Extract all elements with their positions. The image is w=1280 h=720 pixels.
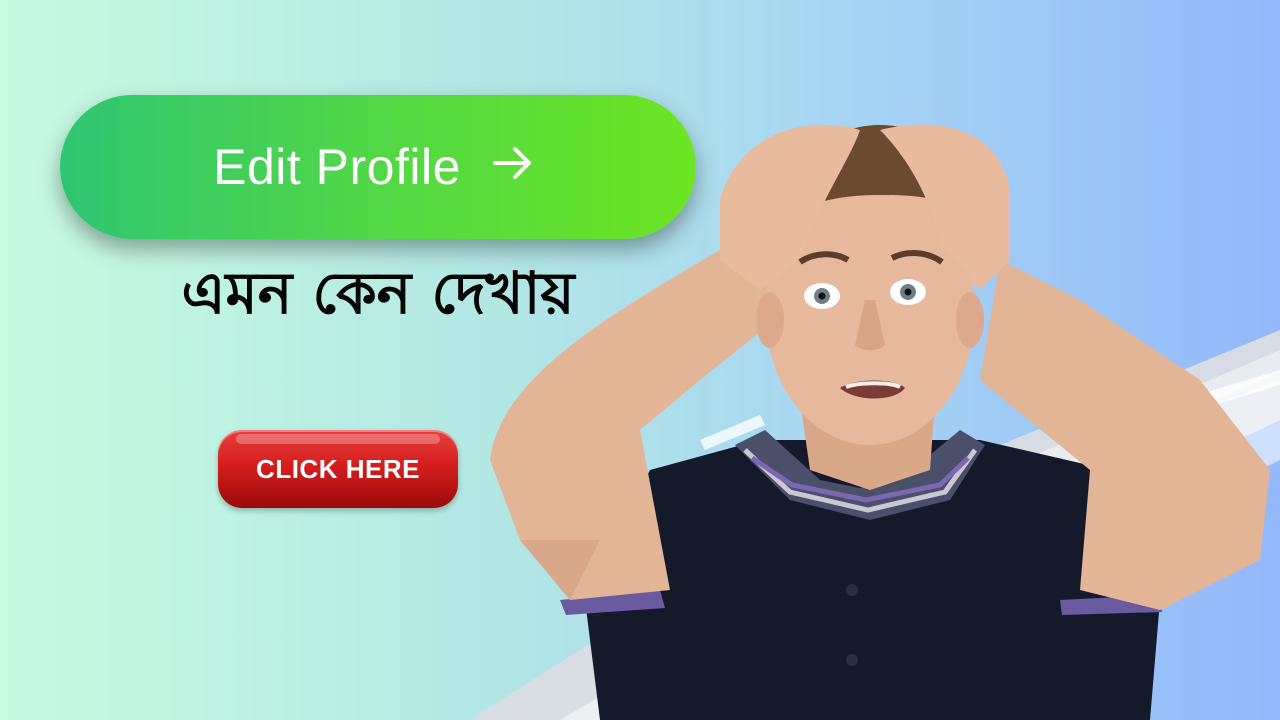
- edit-profile-button[interactable]: Edit Profile: [60, 95, 696, 239]
- arrow-right-icon: [492, 147, 531, 179]
- edit-profile-label: Edit Profile: [213, 139, 461, 195]
- click-here-button[interactable]: CLICK HERE: [218, 430, 458, 508]
- thumbnail-canvas: Edit Profile এমন কেন দেখায় CLICK HERE: [0, 0, 1280, 720]
- headline-text: এমন কেন দেখায়: [181, 259, 575, 327]
- click-here-label: CLICK HERE: [256, 453, 420, 484]
